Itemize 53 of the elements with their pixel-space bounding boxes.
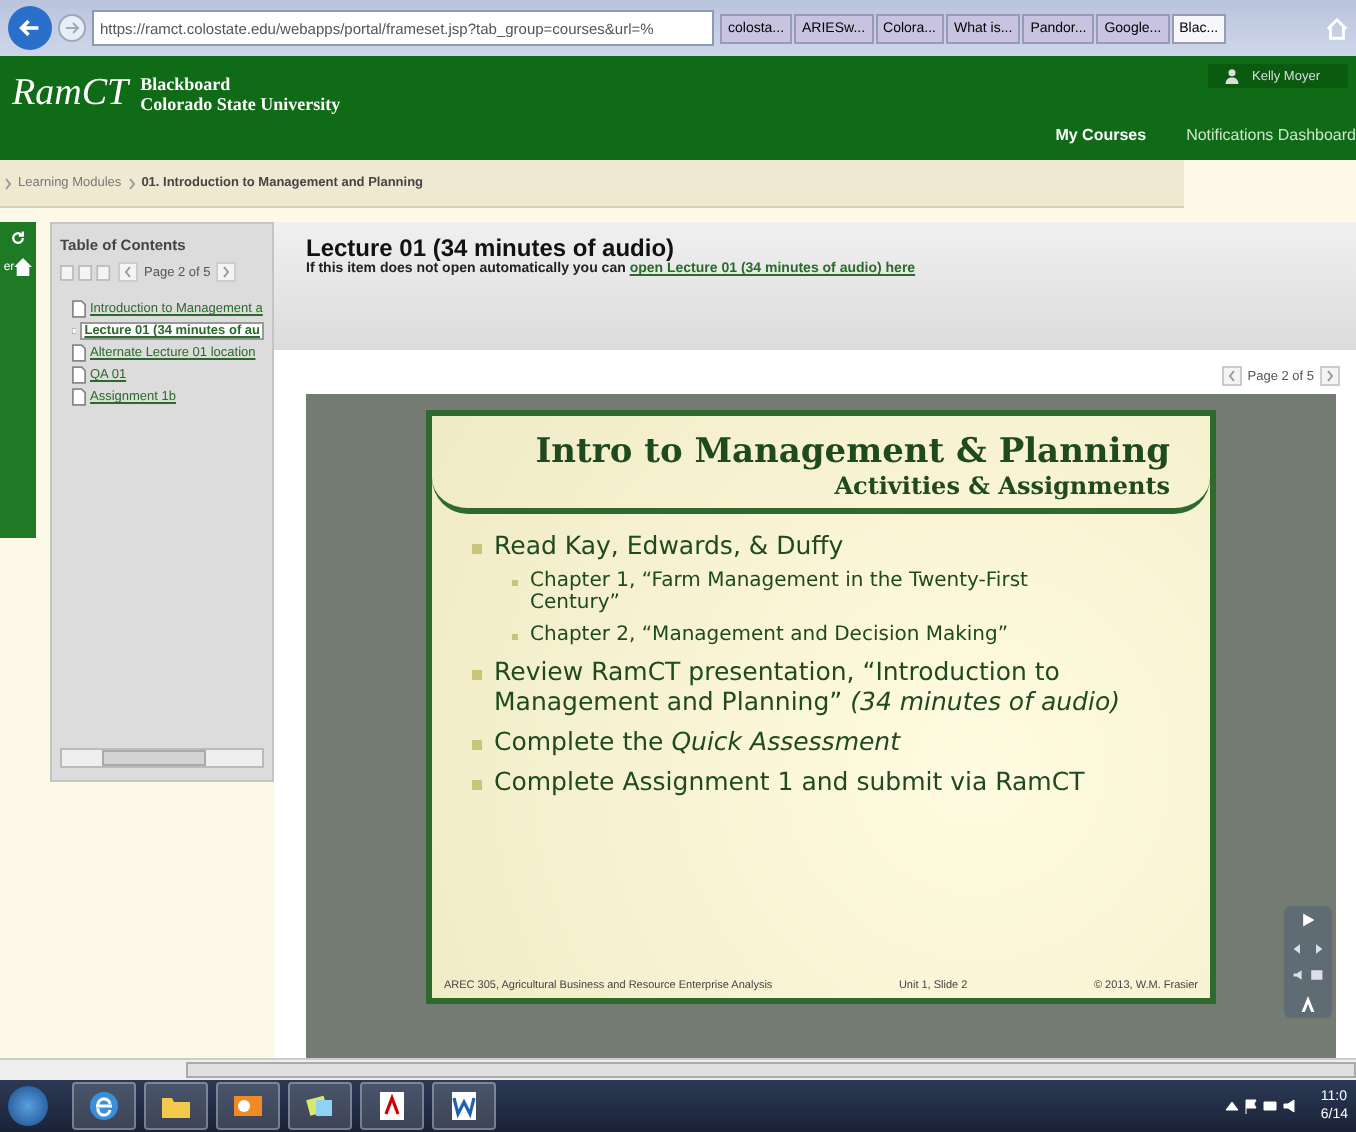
slide-title: Intro to Management & Planning (533, 431, 1170, 471)
mail-icon (232, 1090, 264, 1122)
content-title: Lecture 01 (34 minutes of audio) (306, 234, 677, 262)
browser-taskbar-icon[interactable] (72, 1082, 136, 1130)
nav-tab[interactable]: My Courses (1055, 126, 1147, 144)
slide-bullet: Complete the Quick Assessment (494, 725, 901, 755)
chevron-left-icon (124, 266, 132, 278)
bullet-icon (472, 543, 482, 553)
slide-sub-bullet: Chapter 2, “Management and Decision Making” (530, 623, 1009, 645)
slide-bullet: Read Kay, Edwards, & Duffy (494, 529, 844, 559)
bullet-icon (472, 779, 482, 789)
document-w-icon (448, 1090, 480, 1122)
folder-taskbar-icon[interactable] (144, 1082, 208, 1130)
volume-icons-drawing[interactable] (1292, 968, 1324, 983)
previous-page-button[interactable] (1221, 366, 1242, 386)
back-arrow-icon (16, 14, 44, 42)
bullet-icon (512, 579, 518, 585)
slide-subtitle: Activities & Assignments (832, 471, 1170, 499)
slide-bullet: Review RamCT presentation, “Introduction to Management and Planning” (34 minutes of audio) (494, 655, 1122, 715)
refresh-icon[interactable] (10, 230, 26, 246)
word-taskbar-icon[interactable] (432, 1082, 496, 1130)
logo[interactable]: RamCT (12, 72, 129, 116)
forward-arrow-icon (62, 18, 82, 38)
pdf-icon (376, 1090, 408, 1122)
play-icon[interactable] (1300, 912, 1316, 929)
back-button[interactable] (8, 6, 52, 50)
chevron-right-icon (222, 266, 231, 278)
mail-taskbar-icon[interactable] (216, 1082, 280, 1130)
globe-e-icon (88, 1090, 120, 1122)
next-page-button[interactable] (1320, 366, 1340, 386)
home-icon[interactable] (14, 258, 33, 276)
start-button[interactable] (8, 1086, 48, 1126)
nav-tab[interactable]: Notifications Dashboard (1186, 126, 1356, 144)
notes-icon (304, 1090, 336, 1122)
chevron-right-icon (4, 177, 12, 189)
stickies-taskbar-icon[interactable] (288, 1082, 352, 1130)
previous-page-button[interactable] (118, 262, 138, 282)
university-name: Colorado State University (140, 94, 341, 114)
horizontal-scrollbar[interactable] (60, 748, 264, 768)
skip-icons-drawing[interactable] (1292, 941, 1324, 956)
bullet-icon (472, 739, 482, 749)
person-icon (1224, 68, 1241, 84)
next-page-button[interactable] (216, 262, 237, 282)
slide-bullet: Complete Assignment 1 and submit via RamCT (494, 765, 1085, 795)
chevron-right-icon (127, 177, 136, 189)
chevron-left-icon (1227, 370, 1236, 382)
bullet-icon (472, 669, 482, 679)
chevron-right-icon (1326, 370, 1334, 382)
slide-sub-bullet: Chapter 1, “Farm Management in the Twenty-First Century” (530, 569, 1030, 613)
pdf-taskbar-icon[interactable] (360, 1082, 424, 1130)
bullet-icon (512, 633, 518, 639)
brand-name: Blackboard (140, 74, 233, 94)
horizontal-scrollbar[interactable] (0, 1058, 1356, 1080)
